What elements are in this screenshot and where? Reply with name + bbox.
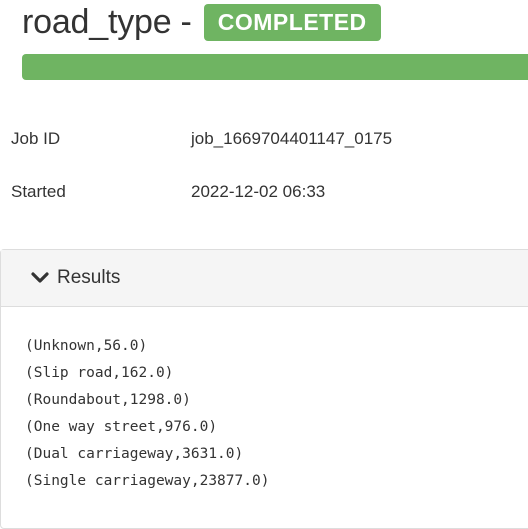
progress-bar-fill bbox=[22, 54, 528, 80]
result-line: (Slip road,162.0) bbox=[25, 365, 174, 381]
results-panel: Results (Unknown,56.0) (Slip road,162.0)… bbox=[0, 249, 528, 529]
page-title: road_type - COMPLETED bbox=[22, 0, 381, 44]
results-list: (Unknown,56.0) (Slip road,162.0) (Rounda… bbox=[1, 307, 528, 495]
job-id-label: Job ID bbox=[11, 129, 61, 148]
job-id-value: job_1669704401147_0175 bbox=[191, 129, 393, 148]
results-panel-toggle[interactable]: Results bbox=[1, 250, 528, 307]
started-row: Started 2022-12-02 06:33 bbox=[11, 182, 325, 202]
result-line: (Dual carriageway,3631.0) bbox=[25, 446, 244, 462]
results-heading: Results bbox=[57, 267, 121, 288]
job-name: road_type bbox=[22, 2, 172, 41]
result-line: (Roundabout,1298.0) bbox=[25, 392, 191, 408]
status-badge: COMPLETED bbox=[203, 3, 381, 41]
result-line: (Single carriageway,23877.0) bbox=[25, 473, 270, 489]
title-separator: - bbox=[180, 2, 192, 41]
started-value: 2022-12-02 06:33 bbox=[191, 182, 326, 201]
job-id-row: Job ID job_1669704401147_0175 bbox=[11, 129, 392, 149]
started-label: Started bbox=[11, 182, 66, 201]
result-line: (Unknown,56.0) bbox=[25, 338, 148, 354]
progress-bar bbox=[22, 54, 528, 80]
chevron-down-icon bbox=[31, 272, 49, 283]
result-line: (One way street,976.0) bbox=[25, 419, 218, 435]
